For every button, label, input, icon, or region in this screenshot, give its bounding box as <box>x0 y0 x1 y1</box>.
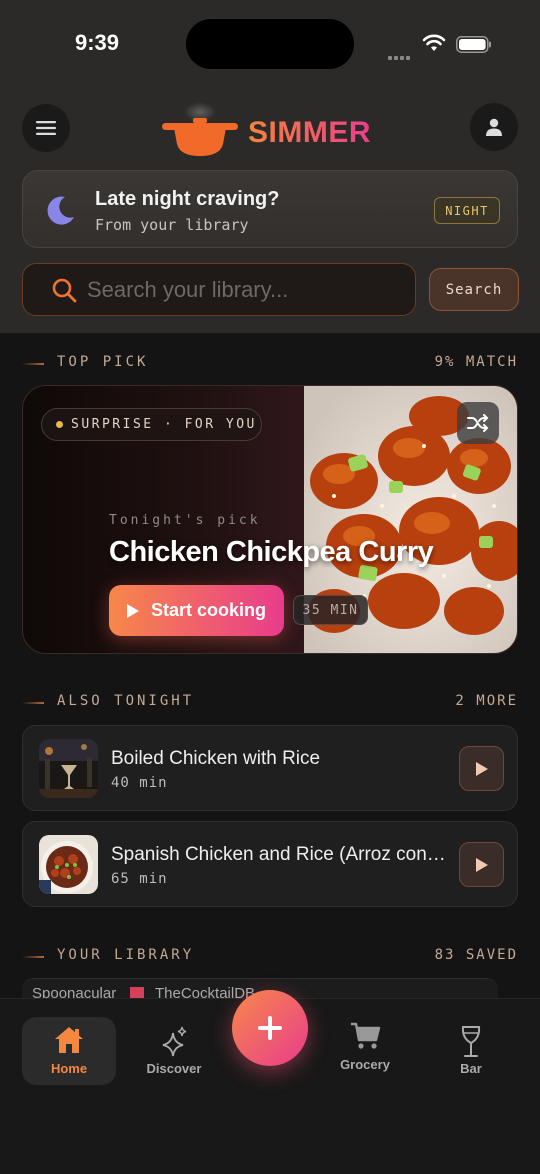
status-bar: 9:39 <box>0 0 540 90</box>
surprise-label: SURPRISE · FOR YOU <box>71 417 257 432</box>
recipe-thumbnail <box>39 835 98 894</box>
home-icon <box>55 1027 83 1053</box>
search-input[interactable] <box>87 274 397 306</box>
status-dot <box>56 421 63 428</box>
tonight-label: Tonight's pick <box>109 513 261 528</box>
also-tonight-count: 2 MORE <box>455 693 518 709</box>
search-box <box>22 263 416 316</box>
cart-icon <box>351 1022 381 1049</box>
status-time: 9:39 <box>75 30 120 55</box>
section-dash <box>22 702 44 704</box>
list-item[interactable]: Boiled Chicken with Rice 40 min <box>22 725 518 811</box>
night-badge: NIGHT <box>434 197 500 224</box>
profile-button[interactable] <box>470 103 518 151</box>
library-header: YOUR LIBRARY 83 SAVED <box>22 947 518 967</box>
recipe-time: 65 min <box>111 871 168 887</box>
shuffle-button[interactable] <box>457 402 499 444</box>
nav-home[interactable]: Home <box>22 1017 116 1085</box>
nav-bar[interactable]: Bar <box>424 1017 518 1085</box>
play-button[interactable] <box>459 842 504 887</box>
top-pick-header: TOP PICK 9% MATCH <box>22 354 518 374</box>
library-count: 83 SAVED <box>434 947 518 963</box>
section-dash <box>22 363 44 365</box>
app-name: SIMMER <box>248 116 371 149</box>
nav-discover-label: Discover <box>146 1061 202 1076</box>
top-pick-card[interactable]: SURPRISE · FOR YOU Tonight's pick Chicke… <box>22 385 518 654</box>
wine-glass-icon <box>461 1026 481 1057</box>
play-icon <box>475 857 488 872</box>
battery-icon <box>456 36 491 53</box>
play-icon <box>127 603 139 618</box>
search-button[interactable]: Search <box>429 268 519 311</box>
app-logo: SIMMER <box>160 100 400 160</box>
banner-title: Late night craving? <box>95 188 280 210</box>
app-header: SIMMER <box>0 100 540 160</box>
also-tonight-title: ALSO TONIGHT <box>57 693 195 709</box>
also-tonight-header: ALSO TONIGHT 2 MORE <box>22 693 518 713</box>
play-icon <box>475 761 488 776</box>
late-night-banner[interactable]: Late night craving? From your library NI… <box>22 170 518 248</box>
recipe-thumbnail <box>39 739 98 798</box>
dynamic-island <box>186 19 354 69</box>
section-dash <box>22 956 44 958</box>
recipe-title: Boiled Chicken with Rice <box>111 748 321 769</box>
nav-grocery[interactable]: Grocery <box>318 1013 412 1081</box>
nav-home-label: Home <box>50 1061 88 1076</box>
recipe-time: 40 min <box>111 775 168 791</box>
nav-bar-label: Bar <box>460 1061 482 1076</box>
start-cooking-button[interactable]: Start cooking <box>109 585 284 636</box>
match-score: 9% MATCH <box>434 354 518 370</box>
banner-subtitle: From your library <box>95 216 249 234</box>
library-title: YOUR LIBRARY <box>57 947 195 963</box>
plus-icon <box>258 1016 282 1040</box>
duration-badge: 35 MIN <box>293 595 368 625</box>
sparkle-icon <box>162 1026 187 1057</box>
surprise-pill: SURPRISE · FOR YOU <box>41 408 262 441</box>
list-item[interactable]: Spanish Chicken and Rice (Arroz con Poll… <box>22 821 518 907</box>
nav-grocery-label: Grocery <box>340 1057 390 1072</box>
hamburger-icon <box>36 121 56 135</box>
add-recipe-button[interactable] <box>232 990 308 1066</box>
nav-discover[interactable]: Discover <box>127 1017 221 1085</box>
person-icon <box>486 118 502 136</box>
play-button[interactable] <box>459 746 504 791</box>
pot-icon <box>162 102 238 156</box>
moon-icon <box>47 196 74 225</box>
top-pick-title: TOP PICK <box>57 354 149 370</box>
recipe-title: Spanish Chicken and Rice (Arroz con Poll… <box>111 844 451 865</box>
start-cooking-label: Start cooking <box>151 600 267 620</box>
wifi-icon <box>422 34 446 51</box>
search-icon <box>52 278 77 303</box>
recipe-title: Chicken Chickpea Curry <box>109 536 434 568</box>
shuffle-icon <box>467 414 489 432</box>
menu-button[interactable] <box>22 104 70 152</box>
signal-icon <box>388 47 414 60</box>
